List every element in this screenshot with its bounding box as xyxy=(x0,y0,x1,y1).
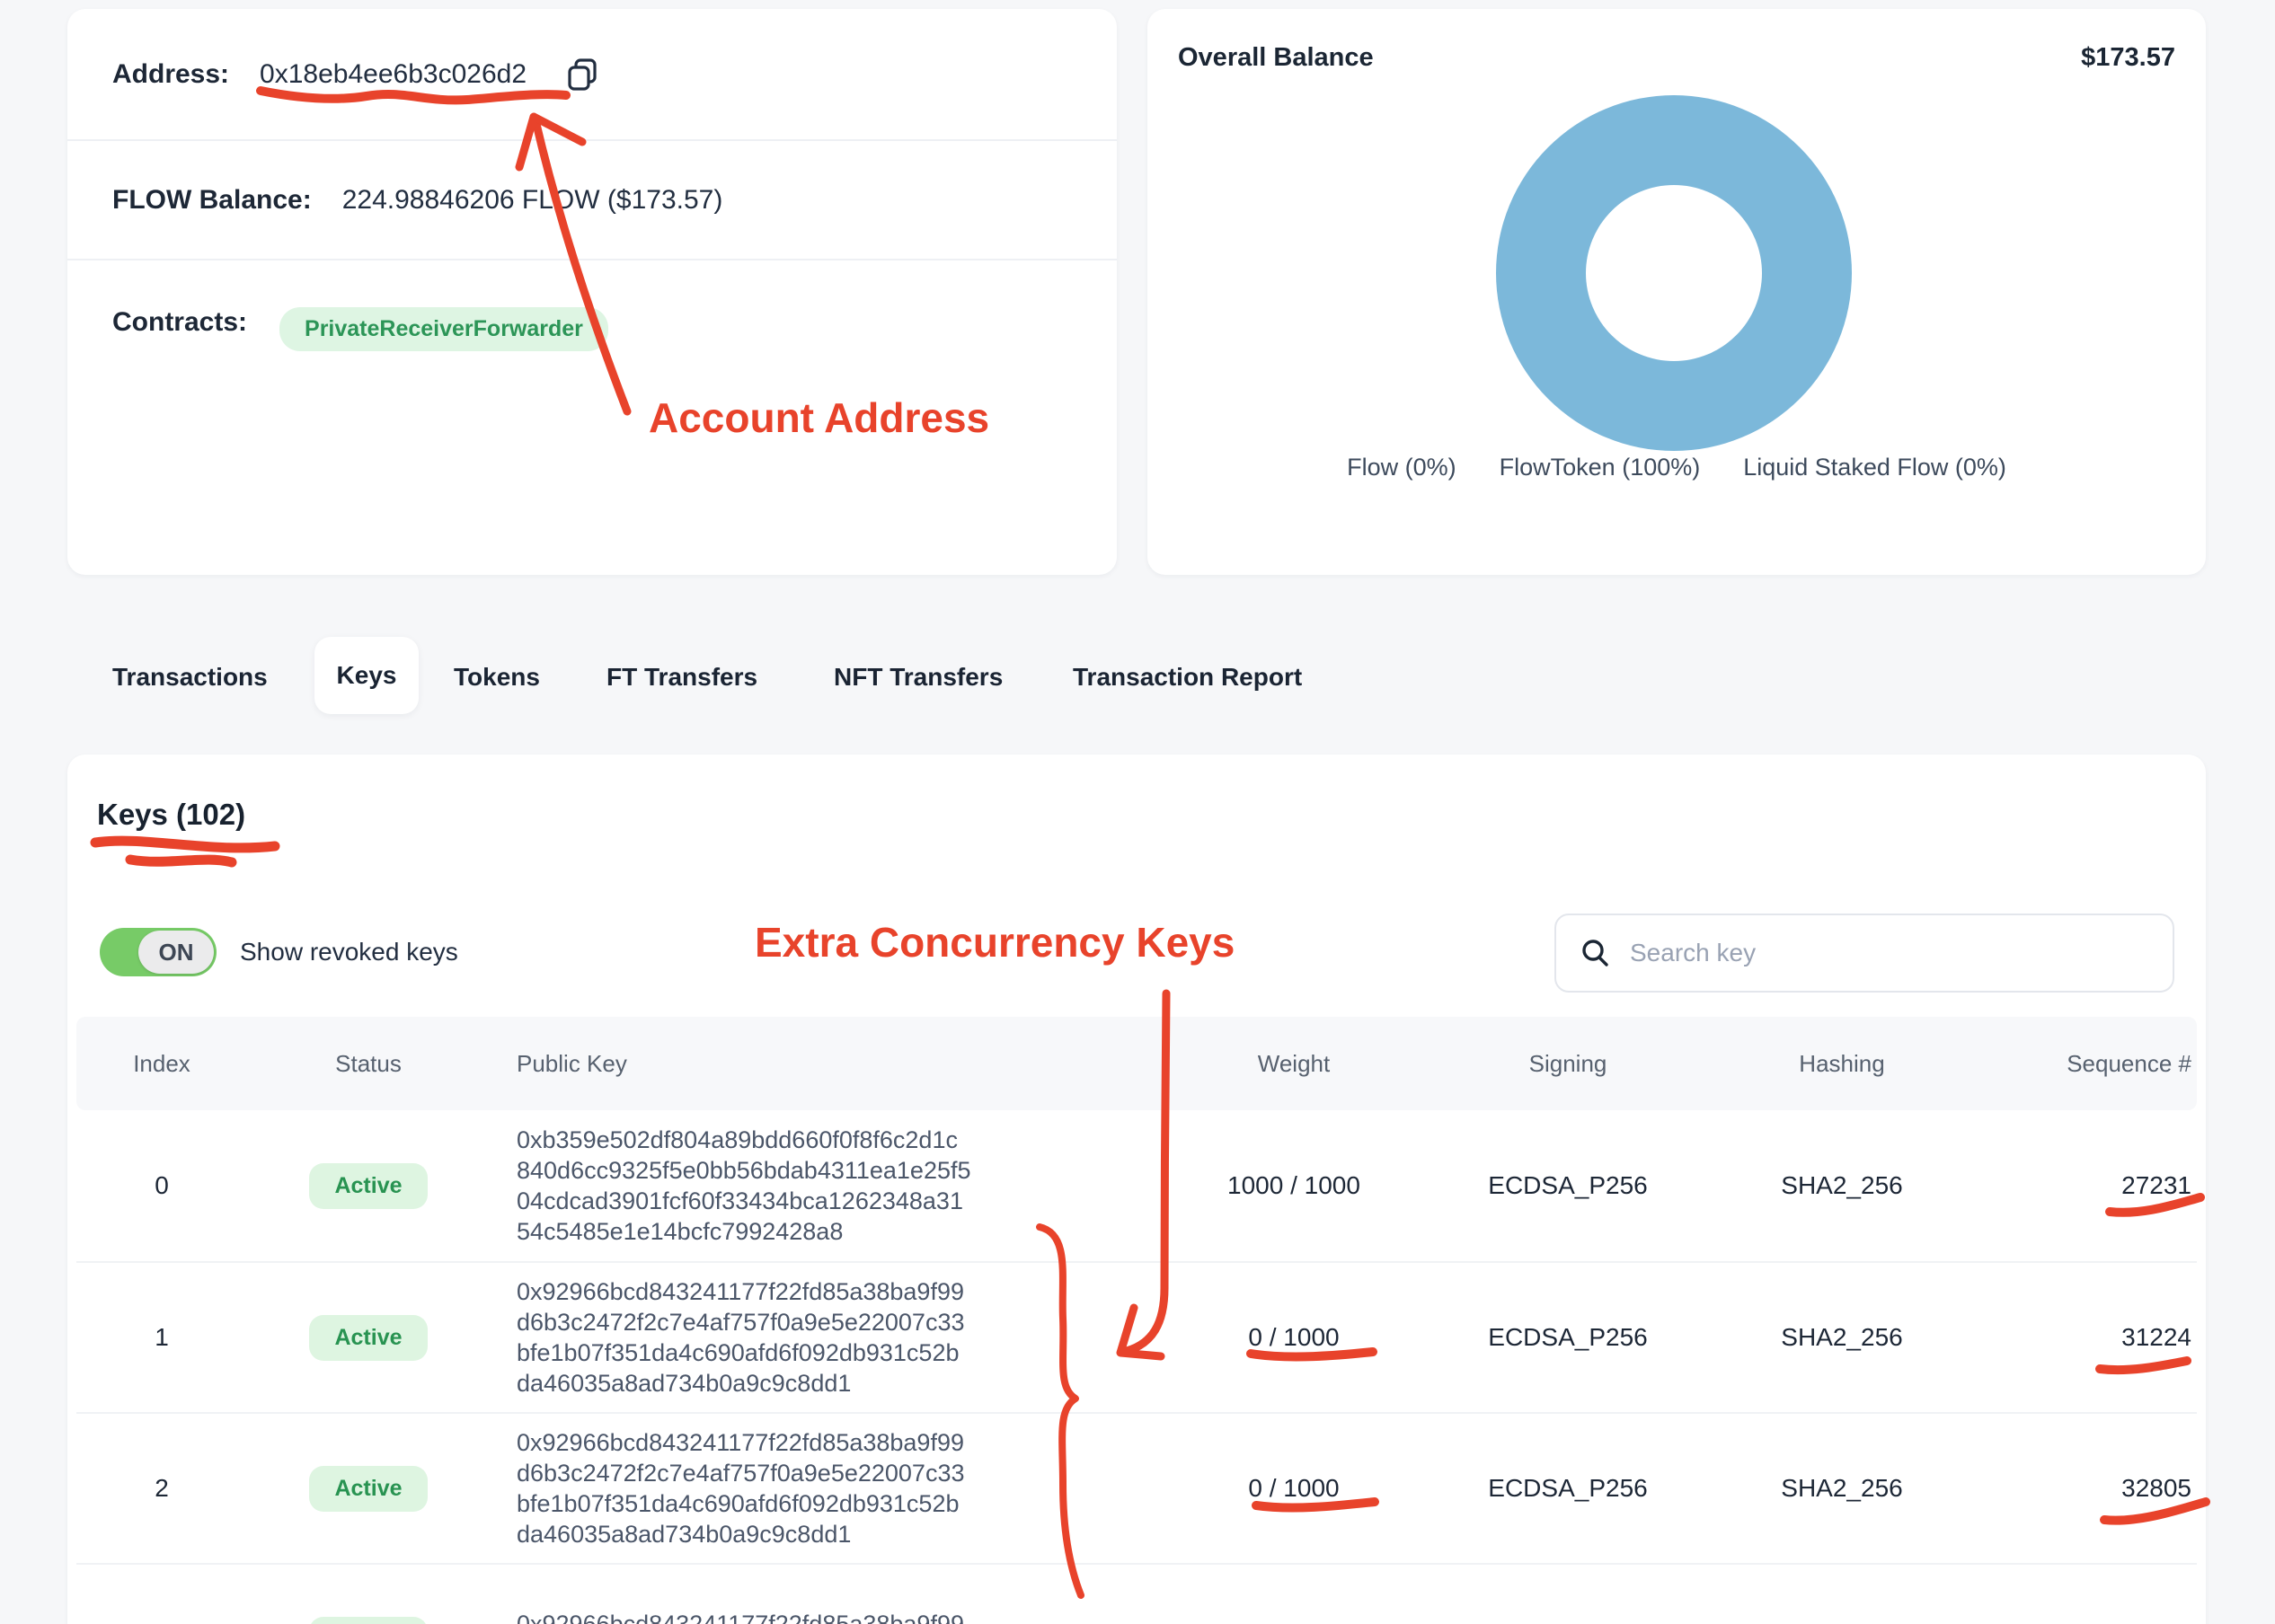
column-header-index: Index xyxy=(76,1050,247,1078)
tab-transactions[interactable]: Transactions xyxy=(112,663,268,692)
key-hashing-algo: SHA2_256 xyxy=(1743,1323,1941,1352)
public-key-value: 0x92966bcd843241177f22fd85a38ba9f99d6b3c… xyxy=(490,1276,1195,1399)
status-badge: Active xyxy=(309,1617,427,1624)
key-index: 2 xyxy=(76,1474,247,1503)
contract-badge[interactable]: PrivateReceiverForwarder xyxy=(279,307,608,351)
column-header-hashing: Hashing xyxy=(1743,1050,1941,1078)
key-search-box[interactable] xyxy=(1554,914,2174,993)
key-weight: 0 / 1000 xyxy=(1195,1323,1393,1352)
table-row: 1 Active 0x92966bcd843241177f22fd85a38ba… xyxy=(76,1261,2197,1412)
key-weight: 0 / 1000 xyxy=(1195,1474,1393,1503)
donut-hole xyxy=(1586,185,1762,361)
column-header-sequence-: Sequence # xyxy=(1941,1050,2197,1078)
public-key-value: 0x92966bcd843241177f22fd85a38ba9f99d6b3c… xyxy=(490,1609,1195,1624)
status-badge: Active xyxy=(309,1163,427,1209)
column-header-signing: Signing xyxy=(1393,1050,1743,1078)
table-row: 0 Active 0xb359e502df804a89bdd660f0f8f6c… xyxy=(76,1110,2197,1261)
balance-header: Overall Balance $173.57 xyxy=(1178,43,2175,73)
key-sequence-number: 27231 xyxy=(1941,1171,2197,1200)
key-status-cell: Active xyxy=(247,1315,490,1361)
address-value: 0x18eb4ee6b3c026d2 xyxy=(260,59,527,90)
key-hashing-algo: SHA2_256 xyxy=(1743,1474,1941,1503)
keys-table-header: IndexStatusPublic KeyWeightSigningHashin… xyxy=(76,1017,2197,1110)
flow-balance-value: 224.98846206 FLOW ($173.57) xyxy=(342,185,723,216)
keys-panel: Keys (102) ON Show revoked keys IndexSta… xyxy=(67,755,2206,1624)
table-row: 2 Active 0x92966bcd843241177f22fd85a38ba… xyxy=(76,1412,2197,1563)
tab-tokens[interactable]: Tokens xyxy=(454,663,540,692)
key-signing-algo: ECDSA_P256 xyxy=(1393,1171,1743,1200)
keys-table: IndexStatusPublic KeyWeightSigningHashin… xyxy=(76,1017,2197,1624)
key-status-cell: Active xyxy=(247,1466,490,1512)
key-sequence-number: 31224 xyxy=(1941,1323,2197,1352)
key-index: 1 xyxy=(76,1323,247,1352)
legend-item-flowtoken: FlowToken (100%) xyxy=(1500,454,1701,481)
copy-address-button[interactable] xyxy=(562,55,602,94)
tab-transaction-report[interactable]: Transaction Report xyxy=(1073,663,1302,692)
account-summary-card: Address: 0x18eb4ee6b3c026d2 FLOW Balance… xyxy=(67,9,1117,575)
status-badge: Active xyxy=(309,1466,427,1512)
key-status-cell: Active xyxy=(247,1617,490,1624)
balance-amount: $173.57 xyxy=(2081,43,2175,73)
column-header-status: Status xyxy=(247,1050,490,1078)
key-sequence-number: 32805 xyxy=(1941,1474,2197,1503)
tab-ft-transfers[interactable]: FT Transfers xyxy=(606,663,757,692)
table-row: 3 Active 0x92966bcd843241177f22fd85a38ba… xyxy=(76,1563,2197,1624)
toggle-label: Show revoked keys xyxy=(240,938,458,966)
flow-balance-row: FLOW Balance: 224.98846206 FLOW ($173.57… xyxy=(67,139,1117,259)
donut-legend: Flow (0%) FlowToken (100%) Liquid Staked… xyxy=(1147,454,2206,481)
show-revoked-keys-toggle[interactable]: ON xyxy=(100,928,217,976)
contracts-label: Contracts: xyxy=(112,307,247,338)
balance-title: Overall Balance xyxy=(1178,43,1374,73)
key-signing-algo: ECDSA_P256 xyxy=(1393,1323,1743,1352)
copy-icon xyxy=(564,57,600,93)
revoked-keys-toggle-row: ON Show revoked keys xyxy=(100,928,458,976)
key-search-input[interactable] xyxy=(1630,939,2149,967)
flow-balance-label: FLOW Balance: xyxy=(112,185,312,216)
contracts-row: Contracts: PrivateReceiverForwarder xyxy=(67,259,1117,575)
key-status-cell: Active xyxy=(247,1163,490,1209)
overall-balance-card: Overall Balance $173.57 Flow (0%) FlowTo… xyxy=(1147,9,2206,575)
keys-section-title: Keys (102) xyxy=(97,798,245,832)
public-key-value: 0x92966bcd843241177f22fd85a38ba9f99d6b3c… xyxy=(490,1427,1195,1549)
address-label: Address: xyxy=(112,59,229,90)
public-key-value: 0xb359e502df804a89bdd660f0f8f6c2d1c840d6… xyxy=(490,1125,1195,1247)
keys-table-body: 0 Active 0xb359e502df804a89bdd660f0f8f6c… xyxy=(76,1110,2197,1624)
page: { "account_card": { "address_label": "Ad… xyxy=(0,0,2275,1624)
column-header-weight: Weight xyxy=(1195,1050,1393,1078)
tab-keys-label: Keys xyxy=(337,661,397,690)
address-row: Address: 0x18eb4ee6b3c026d2 xyxy=(67,9,1117,139)
key-weight: 1000 / 1000 xyxy=(1195,1171,1393,1200)
legend-item-flow: Flow (0%) xyxy=(1347,454,1456,481)
status-badge: Active xyxy=(309,1315,427,1361)
tab-nft-transfers[interactable]: NFT Transfers xyxy=(834,663,1003,692)
legend-item-liquid-staked: Liquid Staked Flow (0%) xyxy=(1743,454,2006,481)
toggle-knob: ON xyxy=(138,931,214,974)
tab-keys[interactable]: Keys xyxy=(314,637,419,714)
search-icon xyxy=(1580,937,1612,969)
key-hashing-algo: SHA2_256 xyxy=(1743,1171,1941,1200)
key-signing-algo: ECDSA_P256 xyxy=(1393,1474,1743,1503)
column-header-public-key: Public Key xyxy=(490,1050,1195,1078)
balance-donut-chart xyxy=(1496,95,1852,451)
key-index: 0 xyxy=(76,1171,247,1200)
